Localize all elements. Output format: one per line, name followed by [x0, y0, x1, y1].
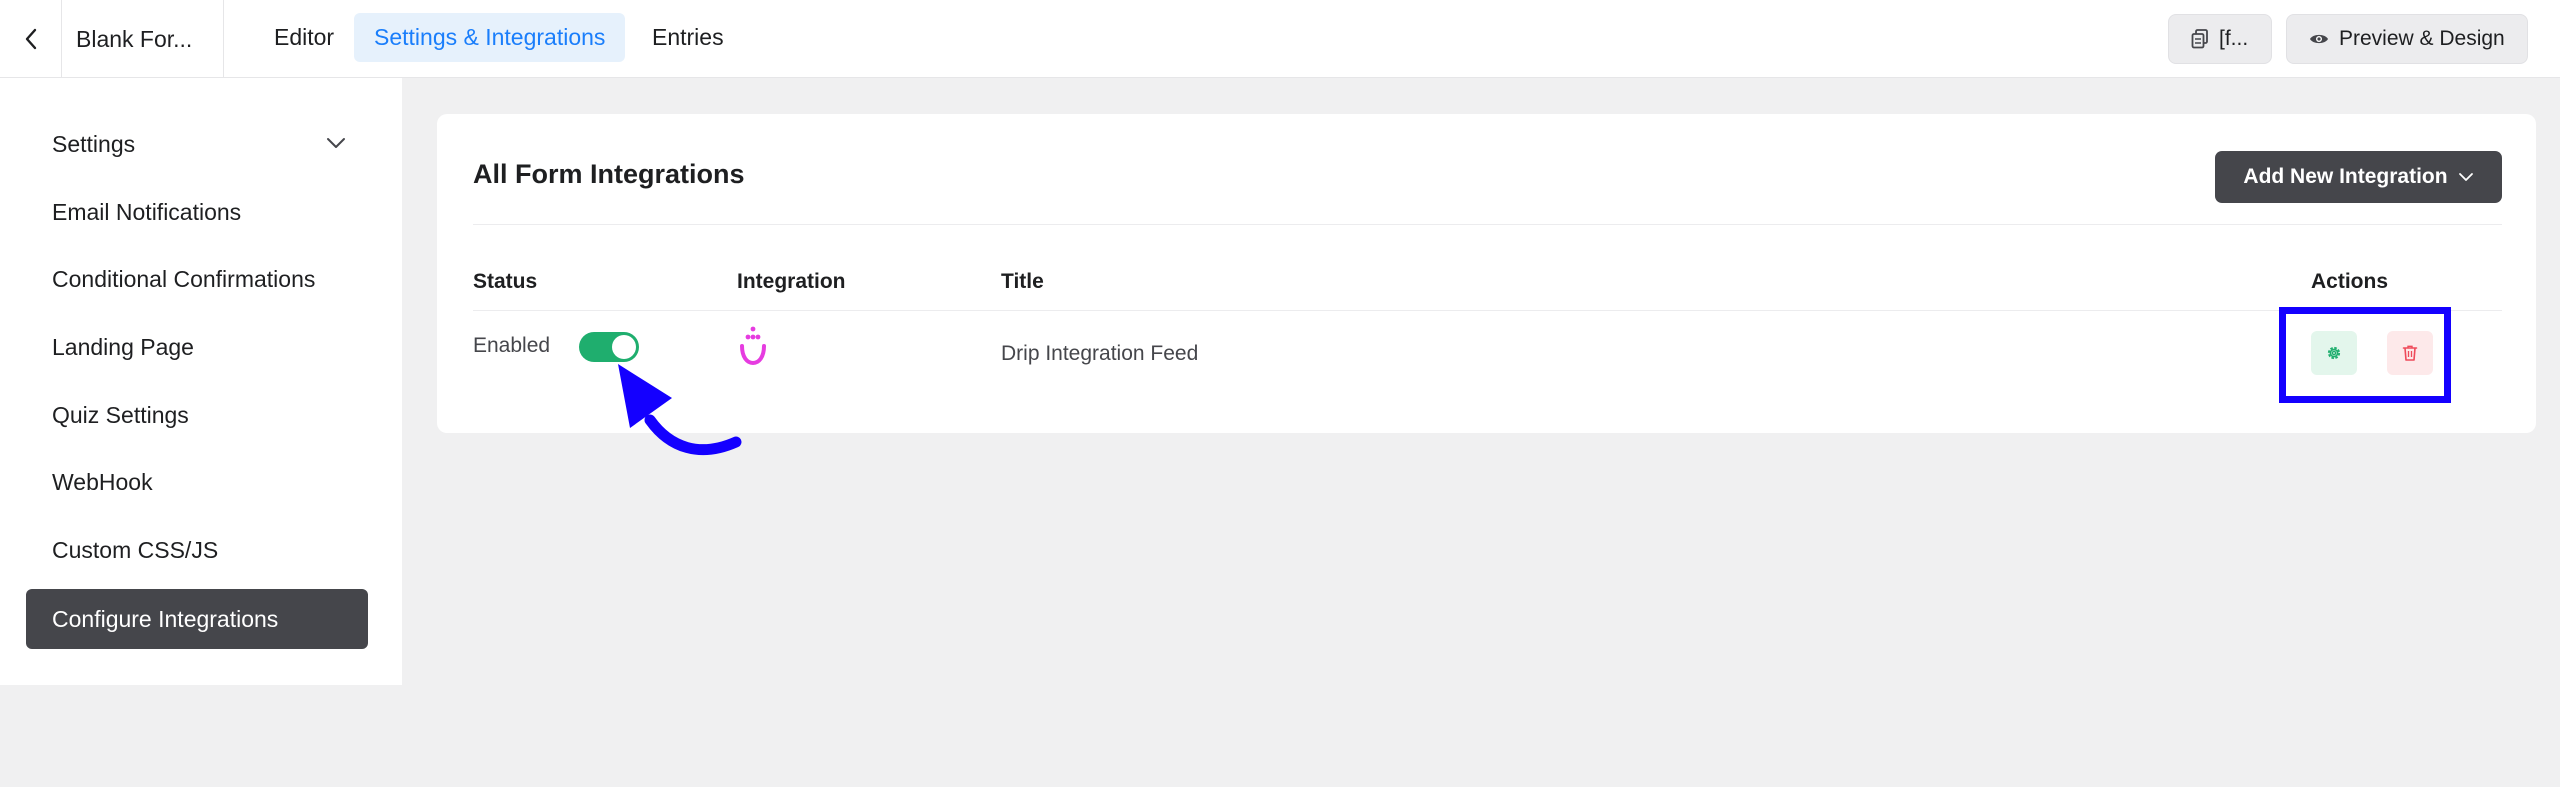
curved-arrow-annotation — [618, 364, 742, 456]
form-name[interactable]: Blank For... — [62, 0, 224, 78]
integrations-card: All Form Integrations Add New Integratio… — [437, 114, 2536, 433]
sidebar-item-label: Quiz Settings — [52, 401, 189, 428]
chevron-left-icon — [25, 28, 36, 50]
add-new-integration-label: Add New Integration — [2243, 165, 2448, 188]
column-header-integration: Integration — [737, 270, 846, 293]
sidebar-item-custom-css-js[interactable]: Custom CSS/JS — [26, 520, 368, 580]
status-label: Enabled — [473, 334, 551, 357]
top-bar: Blank For... Editor Settings & Integrati… — [0, 0, 2560, 78]
column-header-title: Title — [1001, 270, 1044, 293]
sidebar-item-configure-integrations[interactable]: Configure Integrations — [26, 589, 368, 649]
row-divider — [473, 310, 2502, 311]
eye-icon — [2310, 34, 2328, 44]
sidebar-item-settings[interactable]: Settings — [26, 114, 368, 174]
copy-icon — [2191, 29, 2208, 49]
sidebar-item-quiz-settings[interactable]: Quiz Settings — [26, 385, 368, 445]
sidebar-item-label: WebHook — [52, 468, 153, 495]
preview-design-label: Preview & Design — [2339, 27, 2505, 50]
shortcode-label: [f... — [2219, 27, 2249, 50]
sidebar-item-label: Email Notifications — [52, 198, 242, 225]
sidebar-item-label: Landing Page — [52, 333, 194, 360]
sidebar-item-label: Configure Integrations — [52, 605, 279, 632]
page-title: All Form Integrations — [473, 159, 745, 189]
sidebar-item-label: Custom CSS/JS — [52, 536, 219, 563]
sidebar-item-conditional-confirmations[interactable]: Conditional Confirmations — [26, 249, 368, 309]
sidebar-item-label: Settings — [52, 130, 136, 157]
back-button[interactable] — [0, 0, 62, 78]
sidebar-item-landing-page[interactable]: Landing Page — [26, 317, 368, 377]
header-divider — [473, 224, 2502, 225]
column-header-actions: Actions — [2311, 270, 2389, 293]
preview-design-button[interactable]: Preview & Design — [2286, 14, 2528, 64]
sidebar-item-webhook[interactable]: WebHook — [26, 452, 368, 512]
tab-editor[interactable]: Editor — [254, 13, 354, 62]
shortcode-button[interactable]: [f... — [2168, 14, 2272, 64]
settings-sidebar: Settings Email Notifications Conditional… — [0, 78, 402, 685]
sidebar-item-label: Conditional Confirmations — [52, 265, 316, 292]
integration-title: Drip Integration Feed — [1001, 342, 1199, 365]
tab-entries[interactable]: Entries — [632, 13, 744, 62]
tab-settings-integrations[interactable]: Settings & Integrations — [354, 13, 626, 62]
add-new-integration-button[interactable]: Add New Integration — [2215, 151, 2502, 203]
column-header-status: Status — [473, 270, 538, 293]
chevron-down-icon — [2458, 173, 2473, 181]
actions-highlight-box — [2279, 307, 2451, 403]
chevron-down-icon — [327, 138, 345, 148]
sidebar-item-email-notifications[interactable]: Email Notifications — [26, 182, 368, 242]
